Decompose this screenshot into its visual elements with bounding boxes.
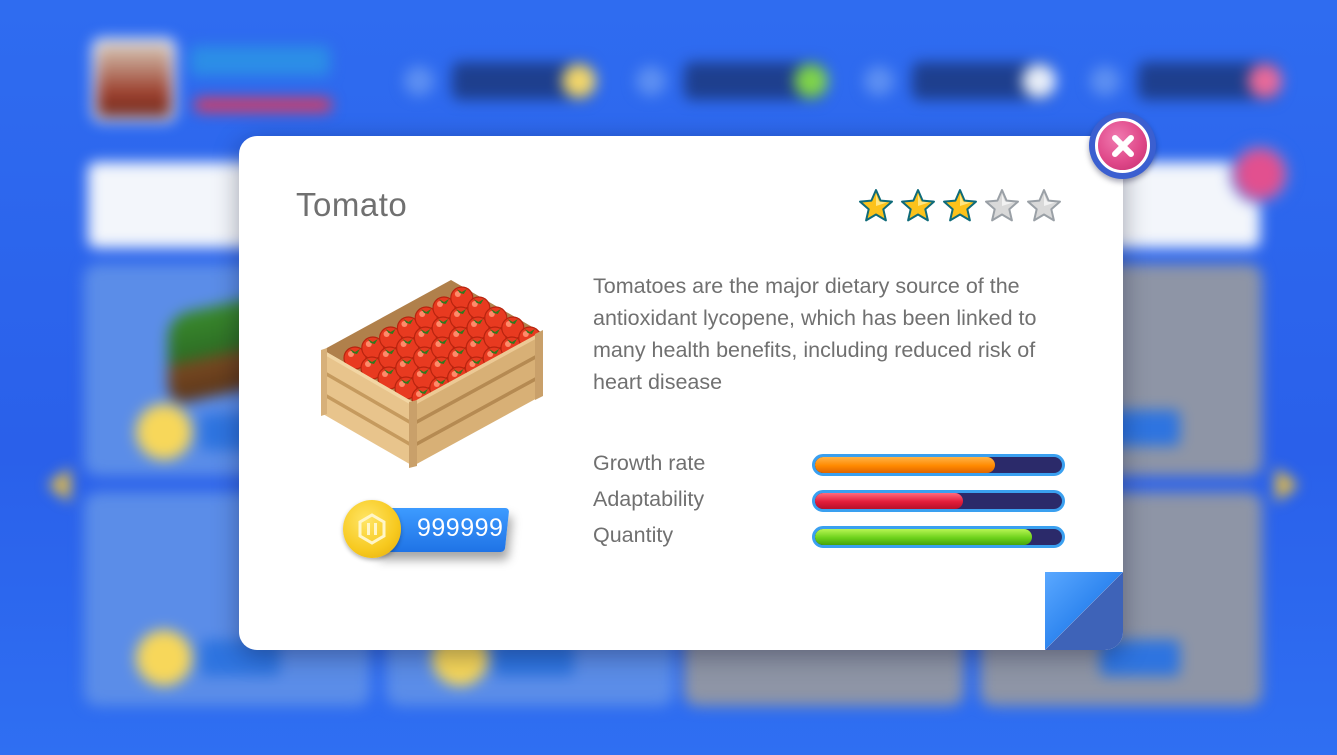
resource-counter (636, 62, 828, 100)
stat-label-adaptability: Adaptability (593, 487, 705, 511)
stat-fill (815, 493, 964, 509)
star-filled-icon (859, 189, 893, 222)
arrow-right-icon (1276, 468, 1298, 502)
star-filled-icon (943, 189, 977, 222)
stat-bar-adaptability (812, 490, 1065, 512)
resource-counter (1090, 62, 1282, 100)
price-tag: 999999 (343, 498, 513, 558)
coin-icon (136, 404, 192, 460)
item-info-dialog: Tomato 999999 Tomatoes are the major die… (239, 136, 1123, 650)
item-title: Tomato (296, 186, 408, 223)
player-health-bar (194, 98, 332, 112)
star-empty-icon (1027, 189, 1061, 222)
close-button[interactable] (1089, 112, 1156, 179)
stat-bar-growth-rate (812, 454, 1065, 476)
player-avatar (92, 38, 176, 122)
star-rating (858, 188, 1062, 224)
arrow-left-icon (48, 468, 70, 502)
stat-label-quantity: Quantity (593, 523, 674, 547)
player-name-plate (190, 46, 330, 76)
resource-counter (864, 62, 1056, 100)
page-corner-fold (1045, 572, 1123, 650)
tomato-crate-image (321, 280, 543, 468)
stat-label-growth-rate: Growth rate (593, 451, 706, 475)
star-empty-icon (985, 189, 1019, 222)
coin-icon (136, 630, 192, 686)
close-icon (1111, 134, 1134, 157)
stat-bar-quantity (812, 526, 1065, 548)
stat-fill (815, 457, 996, 473)
coin-icon (343, 500, 401, 558)
resource-counter (404, 62, 596, 100)
price-value: 999999 (417, 514, 504, 542)
stat-fill (815, 529, 1033, 545)
background-close-button (1230, 144, 1290, 204)
item-description: Tomatoes are the major dietary source of… (593, 274, 1037, 394)
star-filled-icon (901, 189, 935, 222)
